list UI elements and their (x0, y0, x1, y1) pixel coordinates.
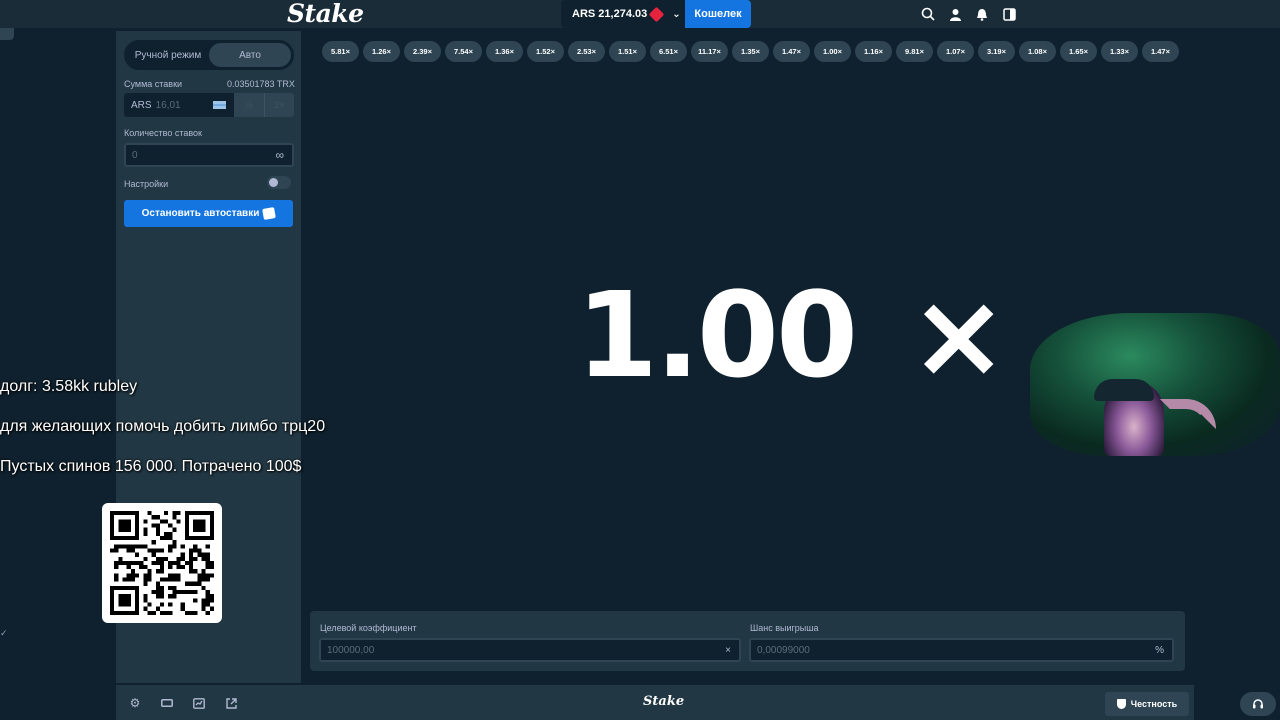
balance-amount: 21,274.03 (598, 8, 648, 20)
history-chip[interactable]: 11.17× (691, 41, 728, 62)
stop-autobet-button[interactable]: Остановить автоставки (124, 200, 293, 227)
result-multiplier: 1.00 × (576, 270, 1008, 400)
streamer-cap (1094, 379, 1154, 401)
support-headset-icon[interactable] (1240, 692, 1276, 716)
infinity-icon: ∞ (275, 148, 284, 162)
history-chip[interactable]: 1.16× (855, 41, 892, 62)
mode-toggle: Ручной режим Авто (124, 40, 294, 70)
fairness-label: Честность (1130, 699, 1178, 709)
bell-icon[interactable] (974, 6, 990, 22)
win-chance-label: Шанс выигрыша (750, 623, 819, 633)
wallet-button[interactable]: Кошелек (685, 0, 751, 28)
theatre-mode-icon[interactable] (161, 697, 173, 709)
shield-icon (1116, 699, 1126, 709)
target-multiplier-input[interactable]: 100000,00 × (319, 638, 741, 662)
footer-stake-logo: Stake (643, 694, 685, 709)
history-chip[interactable]: 1.51× (609, 41, 646, 62)
cards-icon (262, 207, 277, 220)
history-chip[interactable]: 1.65× (1060, 41, 1097, 62)
history-chip[interactable]: 1.47× (1142, 41, 1179, 62)
win-chance-input[interactable]: 0,00099000 % (749, 638, 1174, 662)
bet-currency: ARS (131, 99, 152, 111)
gear-icon[interactable]: ⚙ (129, 696, 141, 710)
coin-icon (648, 6, 665, 22)
qr-code (102, 503, 222, 623)
history-chip[interactable]: 1.26× (363, 41, 400, 62)
history-chip[interactable]: 1.08× (1019, 41, 1056, 62)
left-edge-strip: ▾ ✓ (0, 0, 14, 720)
bets-count-input[interactable]: 0 ∞ (124, 143, 294, 167)
history-chip[interactable]: 9.81× (896, 41, 933, 62)
bet-amount-crypto: 0.03501783 TRX (227, 79, 295, 89)
half-bet-button[interactable]: ½ (234, 93, 264, 117)
double-bet-button[interactable]: 2× (264, 93, 294, 117)
history-chip[interactable]: 1.47× (773, 41, 810, 62)
history-chip[interactable]: 7.54× (445, 41, 482, 62)
popout-icon[interactable] (225, 697, 237, 709)
history-chip[interactable]: 6.51× (650, 41, 687, 62)
result-suffix: × (909, 266, 1008, 404)
history-chip[interactable]: 2.39× (404, 41, 441, 62)
bet-amount-field: ARS 16,01 ½ 2× (124, 93, 294, 117)
history-chips: 5.81× 1.26× 2.39× 7.54× 1.36× 1.52× 2.53× 1.51×… (322, 41, 1179, 62)
balance-currency: ARS (572, 8, 596, 20)
stop-autobet-label: Остановить автоставки (141, 208, 260, 219)
sidebar-toggle-icon[interactable] (1001, 6, 1017, 22)
user-icon[interactable] (947, 6, 963, 22)
settings-label: Настройки (124, 179, 169, 189)
history-chip[interactable]: 2.53× (568, 41, 605, 62)
webcam-overlay (1030, 313, 1280, 456)
percent-icon: % (1155, 644, 1164, 656)
history-chip[interactable]: 1.52× (527, 41, 564, 62)
history-chip[interactable]: 1.07× (937, 41, 974, 62)
overlay-spins-text: Пустых спинов 156 000. Потрачено 100$ (0, 458, 302, 475)
balance-selector[interactable]: ARS 21,274.03 ⌄ (561, 0, 685, 28)
settings-toggle[interactable] (267, 176, 291, 189)
history-chip[interactable]: 1.33× (1101, 41, 1138, 62)
result-value: 1.00 (576, 266, 858, 404)
history-chip[interactable]: 5.81× (322, 41, 359, 62)
bet-amount-label: Сумма ставки (124, 79, 183, 89)
target-multiplier-label: Целевой коэффициент (320, 623, 417, 633)
qr-code-graphic (110, 511, 214, 615)
stats-icon[interactable] (193, 697, 205, 709)
fairness-button[interactable]: Честность (1105, 692, 1189, 716)
bet-value: 16,01 (155, 99, 181, 111)
bets-count-value: 0 (132, 149, 138, 161)
history-chip[interactable]: 1.36× (486, 41, 523, 62)
currency-flag-icon (213, 101, 226, 109)
check-icon: ✓ (0, 628, 8, 638)
overlay-help-text: для желающих помочь добить лимбо трц20 (0, 418, 326, 435)
stake-logo[interactable]: Stake (287, 0, 364, 28)
history-chip[interactable]: 1.35× (732, 41, 769, 62)
tab-auto[interactable]: Авто (209, 43, 291, 67)
target-multiplier-value: 100000,00 (327, 644, 375, 656)
history-chip[interactable]: 3.19× (978, 41, 1015, 62)
history-chip[interactable]: 1.00× (814, 41, 851, 62)
bets-count-label: Количество ставок (124, 128, 202, 138)
times-icon: × (725, 644, 731, 656)
tab-manual[interactable]: Ручной режим (127, 43, 209, 67)
overlay-debt-text: долг: 3.58kk rubley (0, 378, 138, 395)
search-icon[interactable] (920, 6, 936, 22)
chevron-down-icon: ⌄ (672, 8, 681, 20)
win-chance-value: 0,00099000 (757, 644, 810, 656)
